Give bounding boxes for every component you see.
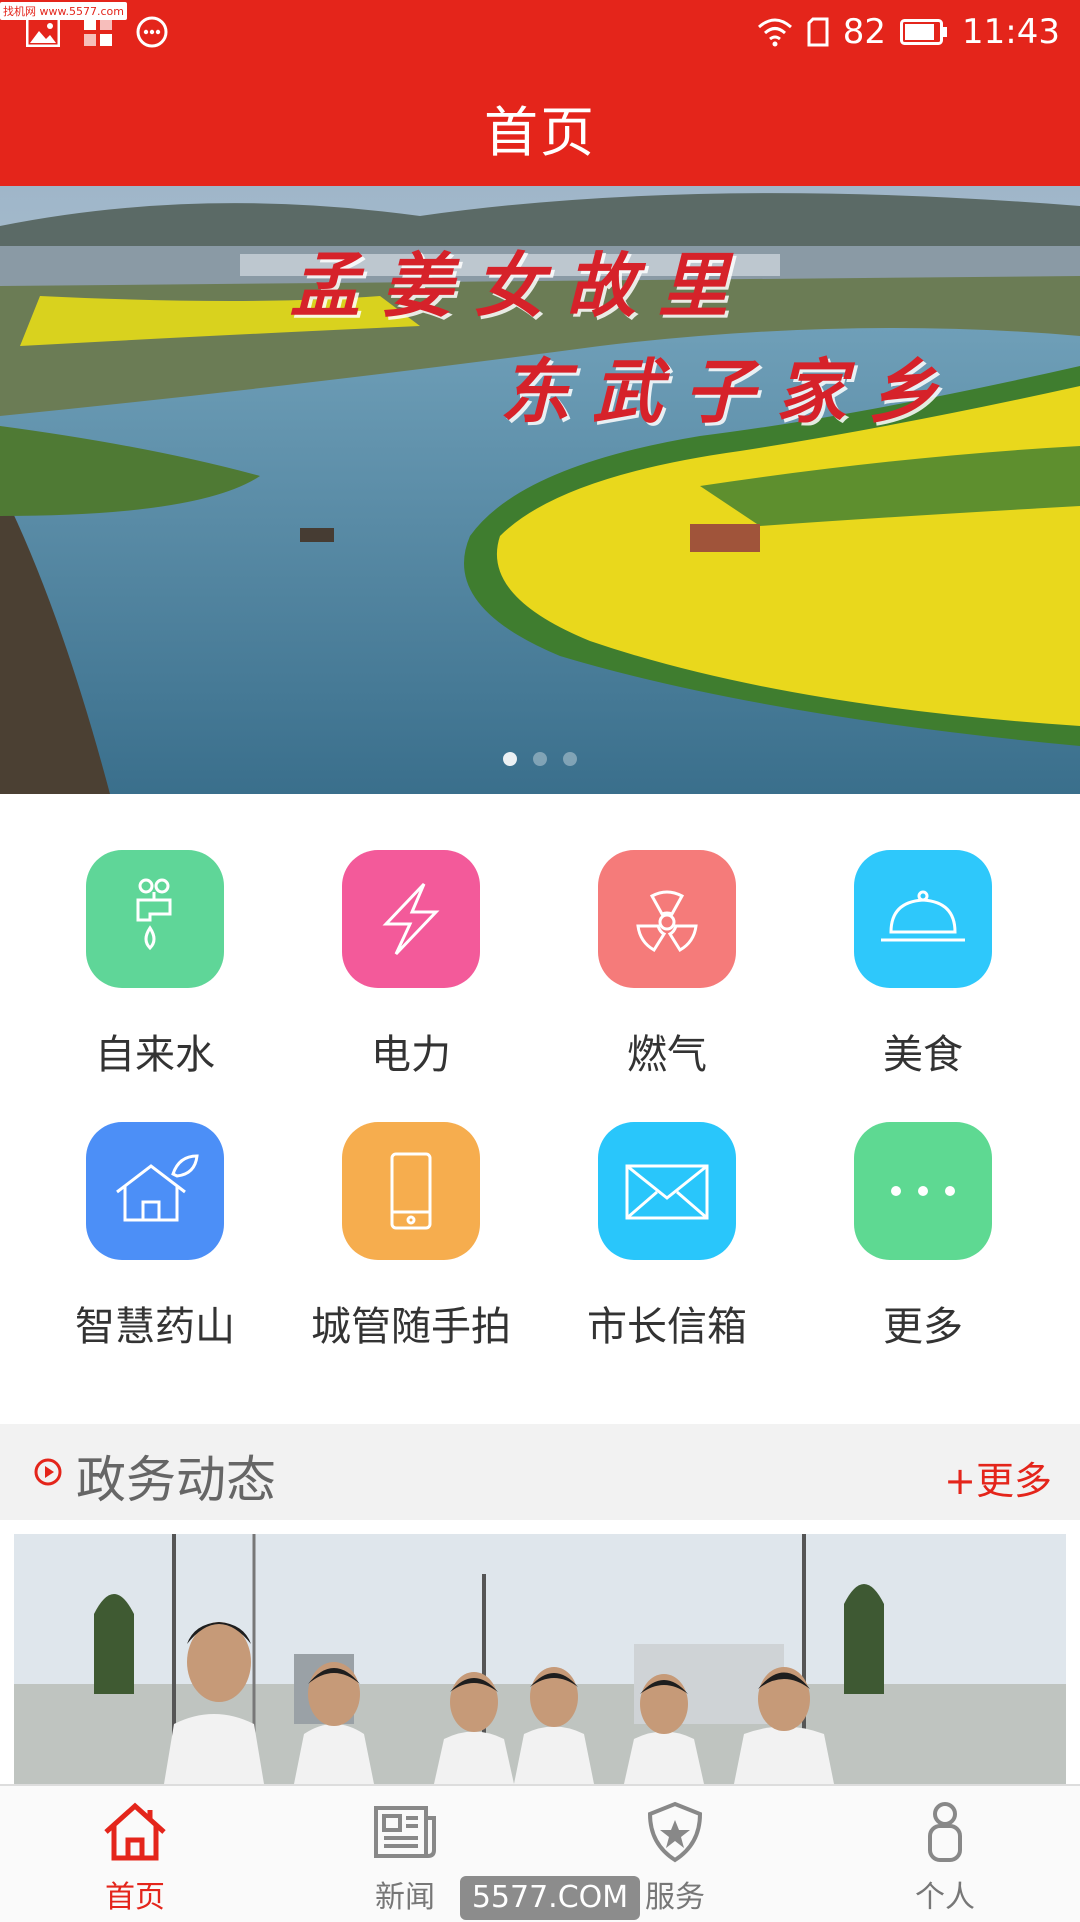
- service-smart-yaoshan[interactable]: 智慧药山: [20, 1122, 290, 1352]
- banner-slogan-2: 东武子家乡: [500, 350, 960, 433]
- badge-star-icon: [647, 1801, 703, 1863]
- section-title: 政务动态: [76, 1451, 276, 1509]
- mobile-phone-icon: [342, 1122, 480, 1260]
- tab-label: 首页: [105, 1880, 165, 1915]
- section-header: 政务动态 +更多: [0, 1424, 1080, 1520]
- carousel-indicators: [0, 752, 1080, 766]
- service-food[interactable]: 美食: [788, 850, 1058, 1080]
- service-label: 电力: [371, 1032, 451, 1078]
- app-grid-icon: [84, 18, 112, 46]
- gallery-icon: [26, 17, 60, 47]
- service-city-photo[interactable]: 城管随手拍: [276, 1122, 546, 1352]
- status-bar: 找机网 www.5577.com 82 11:43: [0, 0, 1080, 66]
- service-label: 燃气: [627, 1032, 707, 1078]
- carousel-dot[interactable]: [533, 752, 547, 766]
- more-dots-icon: [854, 1122, 992, 1260]
- watermark-logo: 5577.COM: [460, 1876, 640, 1920]
- lightning-icon: [342, 850, 480, 988]
- sim-icon: [807, 17, 829, 47]
- service-label: 美食: [883, 1032, 963, 1078]
- service-label: 更多: [883, 1304, 963, 1350]
- tap-water-icon: [86, 850, 224, 988]
- carousel-dot[interactable]: [503, 752, 517, 766]
- home-icon: [104, 1802, 166, 1861]
- service-label: 智慧药山: [75, 1304, 235, 1350]
- news-photo-scene: [14, 1534, 1066, 1784]
- newspaper-icon: [374, 1806, 436, 1858]
- play-circle-icon: [34, 1458, 62, 1486]
- service-label: 自来水: [95, 1032, 215, 1078]
- service-more[interactable]: 更多: [788, 1122, 1058, 1352]
- service-label: 市长信箱: [587, 1304, 747, 1350]
- tab-profile[interactable]: 个人: [810, 1800, 1080, 1916]
- more-circle-icon: [136, 16, 168, 48]
- radiation-icon: [598, 850, 736, 988]
- service-grid: 自来水 电力 燃气 美食 智慧药山 城管随手拍 市长信箱 更多: [0, 794, 1080, 1424]
- service-gas[interactable]: 燃气: [532, 850, 802, 1080]
- tab-label: 个人: [915, 1880, 975, 1915]
- service-power[interactable]: 电力: [276, 850, 546, 1080]
- banner-carousel[interactable]: 孟姜女故里 东武子家乡: [0, 186, 1080, 794]
- battery-icon: [900, 19, 948, 45]
- more-link[interactable]: +更多: [944, 1450, 1052, 1505]
- envelope-icon: [598, 1122, 736, 1260]
- wifi-icon: [757, 18, 792, 47]
- battery-percent: 82: [842, 12, 887, 52]
- app-header: 找机网 www.5577.com 82 11:43 首页: [0, 0, 1080, 186]
- service-water[interactable]: 自来水: [20, 850, 290, 1080]
- carousel-dot[interactable]: [563, 752, 577, 766]
- tab-home[interactable]: 首页: [0, 1800, 270, 1916]
- person-icon: [928, 1802, 962, 1862]
- news-image[interactable]: [14, 1534, 1066, 1784]
- food-cloche-icon: [854, 850, 992, 988]
- banner-slogan-1: 孟姜女故里: [290, 244, 750, 327]
- service-mayor-mailbox[interactable]: 市长信箱: [532, 1122, 802, 1352]
- clock: 11:43: [962, 12, 1060, 52]
- page-title: 首页: [484, 101, 596, 164]
- eco-house-icon: [86, 1122, 224, 1260]
- service-label: 城管随手拍: [311, 1304, 511, 1350]
